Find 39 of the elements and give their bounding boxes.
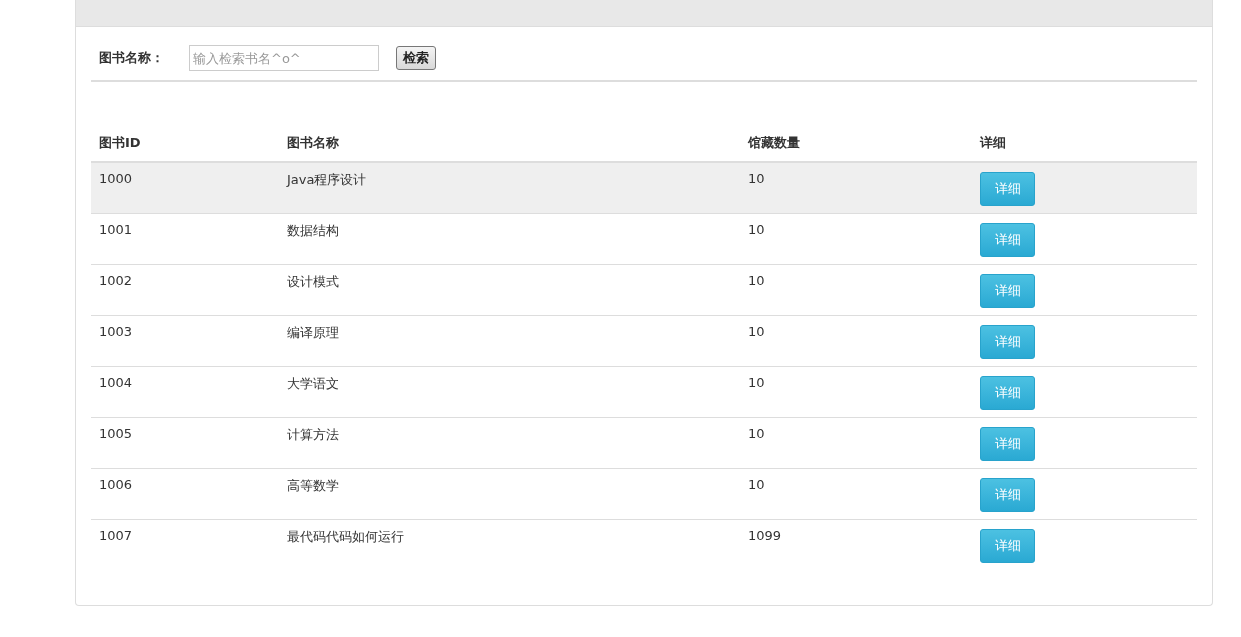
table-cell: 1006 xyxy=(99,477,133,492)
column-header: 图书ID xyxy=(99,135,141,150)
table-cell: 大学语文 xyxy=(287,376,339,391)
table-cell: 10 xyxy=(748,171,765,186)
column-header: 图书名称 xyxy=(287,135,339,150)
table-cell: 10 xyxy=(748,426,765,441)
table-cell: 高等数学 xyxy=(287,478,339,493)
table-cell: 数据结构 xyxy=(287,223,339,238)
table-cell: 10 xyxy=(748,222,765,237)
table-cell: 10 xyxy=(748,273,765,288)
table-cell: 编译原理 xyxy=(287,325,339,340)
search-button[interactable]: 检索 xyxy=(396,46,436,70)
table-cell: 1007 xyxy=(99,528,133,543)
table-row[interactable]: 1000 Java程序设计 10 详细 xyxy=(91,162,1197,214)
table-row[interactable]: 1005 计算方法 10 详细 xyxy=(91,417,1197,469)
table-cell: 设计模式 xyxy=(287,274,339,289)
table-cell: 1099 xyxy=(748,528,782,543)
table-cell: 1000 xyxy=(99,171,133,186)
search-field[interactable]: 输入检索书名^o^ xyxy=(189,45,379,71)
table-cell: Java程序设计 xyxy=(287,172,367,187)
table-row[interactable]: 1003 编译原理 10 详细 xyxy=(91,315,1197,367)
table-cell: 10 xyxy=(748,477,765,492)
table-cell: 1001 xyxy=(99,222,133,237)
table-cell: 1003 xyxy=(99,324,133,339)
table-cell: 10 xyxy=(748,324,765,339)
table-row[interactable]: 1001 数据结构 10 详细 xyxy=(91,213,1197,265)
table-cell: 1004 xyxy=(99,375,133,390)
table-cell: 10 xyxy=(748,375,765,390)
table-row[interactable]: 1004 大学语文 10 详细 xyxy=(91,366,1197,418)
table-row[interactable]: 1006 高等数学 10 详细 xyxy=(91,468,1197,520)
table-cell: 最代码代码如何运行 xyxy=(287,529,404,544)
table-row[interactable]: 1002 设计模式 10 详细 xyxy=(91,264,1197,316)
column-header: 馆藏数量 xyxy=(748,135,800,150)
column-header: 详细 xyxy=(980,135,1006,150)
table-cell: 1005 xyxy=(99,426,133,441)
table-row[interactable]: 1007 最代码代码如何运行 1099 详细 xyxy=(91,519,1197,570)
table-cell: 1002 xyxy=(99,273,133,288)
table-cell: 计算方法 xyxy=(287,427,339,442)
search-label: 图书名称： xyxy=(99,49,165,67)
